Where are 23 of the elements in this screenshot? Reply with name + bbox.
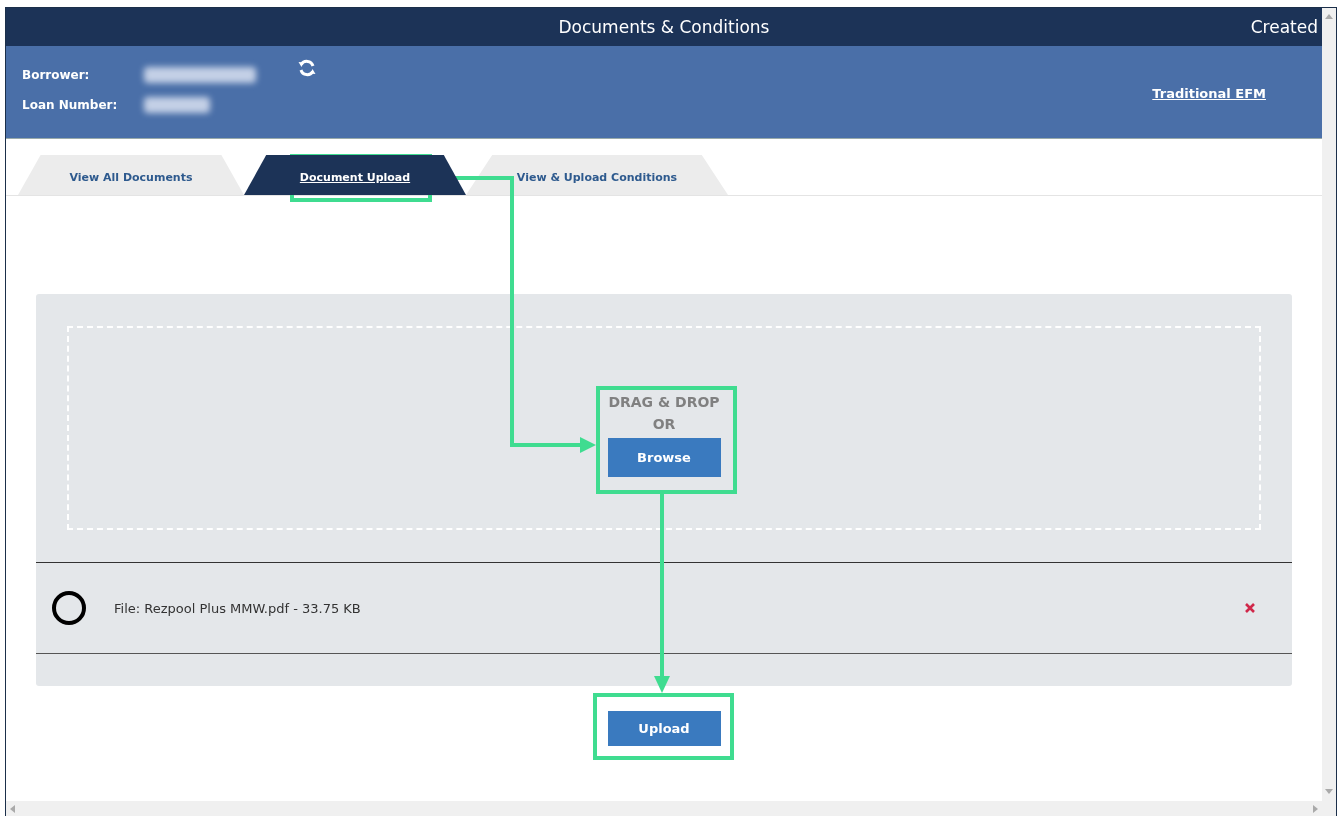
tab[interactable]: Document Upload [244, 155, 466, 195]
field-label: Borrower: [22, 68, 91, 82]
scroll-left-icon[interactable] [10, 804, 15, 813]
tab[interactable]: View & Upload Conditions [466, 155, 728, 195]
field-label: Loan Number: [22, 98, 119, 112]
refresh-icon[interactable] [297, 58, 317, 78]
blurred-value [144, 97, 210, 113]
upload-button[interactable]: Upload [607, 711, 721, 746]
status-text: Created [1250, 17, 1318, 37]
file-name: File: Rezpool Plus MMW.pdf - 33.75 KB [114, 600, 362, 616]
window-title: Documents & Conditions [558, 17, 770, 37]
drag-drop-text: DRAG & DROP [608, 393, 720, 410]
vertical-scrollbar[interactable] [1322, 8, 1336, 816]
remove-icon[interactable] [1244, 602, 1256, 614]
horizontal-scrollbar[interactable] [6, 801, 1322, 816]
traditional-efm-link[interactable]: Traditional EFM [1152, 86, 1266, 101]
browse-button[interactable]: Browse [607, 437, 721, 477]
drop-zone[interactable]: DRAG & DROP OR Browse [67, 326, 1261, 530]
scroll-up-icon[interactable] [1325, 14, 1333, 19]
tab[interactable]: View All Documents [18, 155, 244, 195]
circle-icon [52, 591, 86, 625]
scroll-down-icon[interactable] [1325, 789, 1333, 794]
or-text: OR [652, 415, 676, 432]
